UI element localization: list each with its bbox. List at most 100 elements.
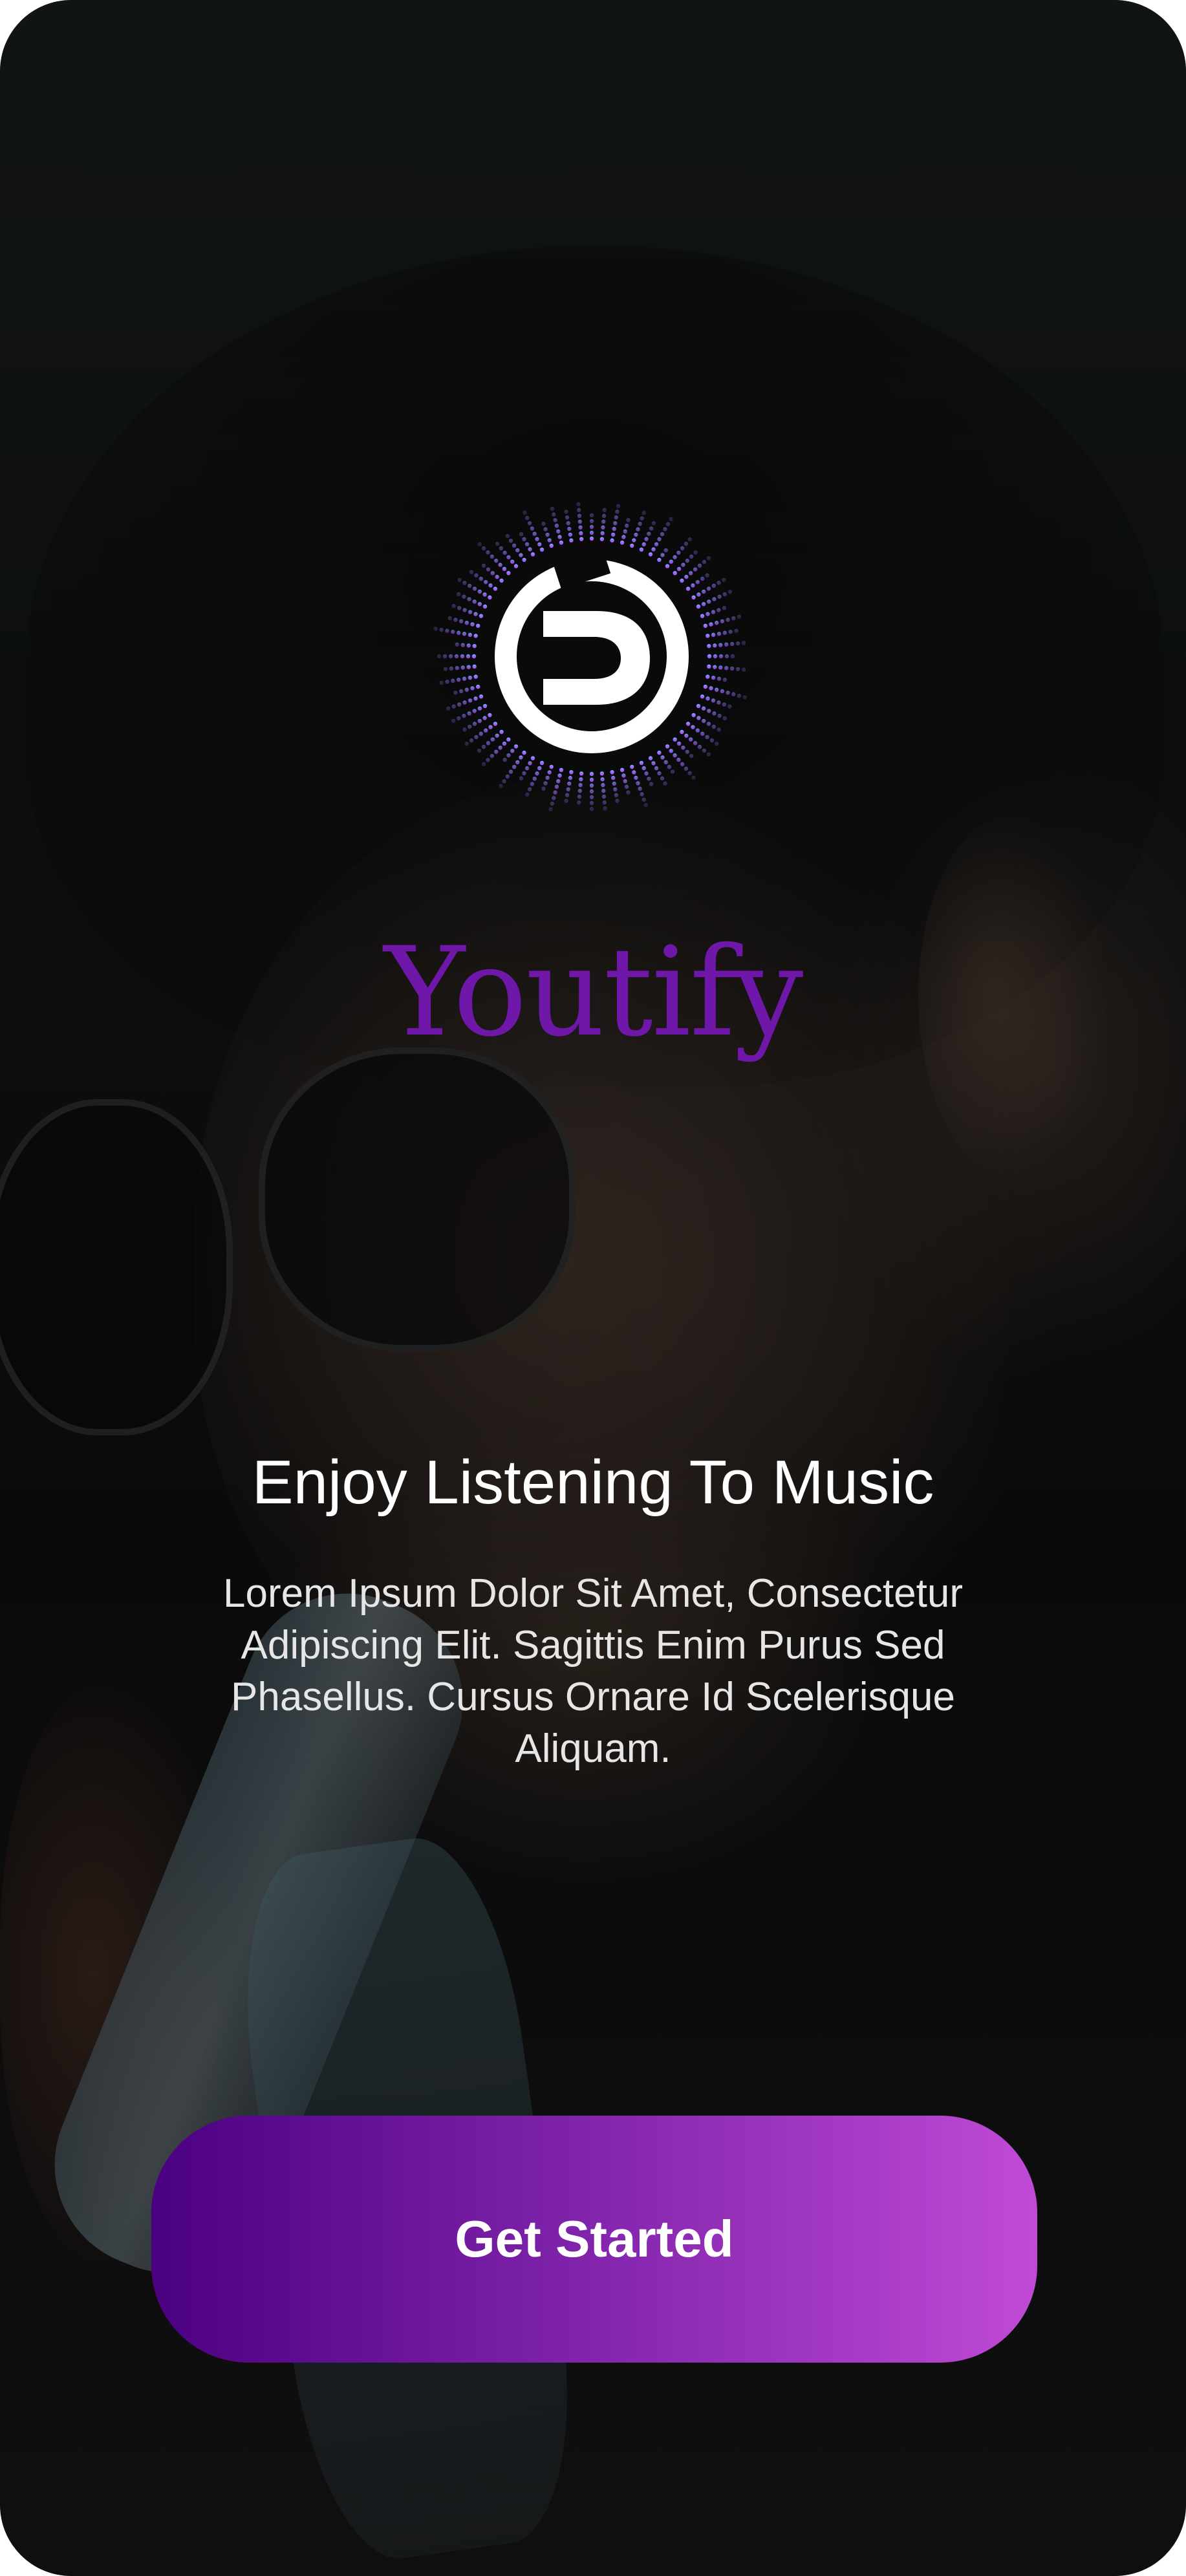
audio-ring-dot — [554, 784, 559, 789]
audio-ring-dot — [735, 667, 740, 671]
audio-ring-dot — [493, 586, 498, 591]
audio-ring-dot — [528, 761, 532, 766]
audio-ring-dot — [479, 731, 483, 736]
audio-ring-dot — [443, 667, 448, 671]
audio-ring-dot — [490, 753, 495, 758]
audio-ring-dot — [455, 666, 459, 671]
audio-ring-dot — [638, 786, 642, 791]
audio-ring-dot — [550, 506, 555, 511]
audio-ring-dot — [474, 735, 479, 740]
audio-ring-dot — [498, 563, 502, 567]
audio-ring-dot — [713, 643, 717, 648]
audio-ring-dot — [613, 521, 618, 526]
audio-ring-dot — [642, 542, 646, 547]
audio-ring-dot — [676, 550, 681, 555]
audio-ring-dot — [473, 674, 478, 679]
audio-ring-dot — [706, 674, 710, 679]
audio-ring-dot — [528, 547, 532, 552]
audio-ring-dot — [473, 612, 478, 616]
audio-ring-dot — [553, 518, 557, 522]
audio-ring-dot — [556, 778, 561, 784]
audio-ring-dot — [523, 510, 527, 515]
audio-ring-dot — [589, 771, 594, 777]
audio-ring-dot — [451, 678, 455, 683]
audio-ring-dot — [634, 532, 638, 537]
audio-ring-dot — [510, 749, 515, 753]
audio-ring-dot — [657, 537, 662, 542]
audio-ring-dot — [488, 713, 492, 718]
audio-ring-dot — [589, 800, 594, 806]
audio-ring-dot — [601, 525, 605, 530]
audio-ring-dot — [589, 806, 594, 811]
audio-ring-dot — [502, 566, 507, 572]
audio-ring-dot — [472, 709, 477, 713]
audio-ring-dot — [468, 675, 473, 680]
audio-ring-dot — [457, 702, 462, 707]
audio-ring-dot — [451, 604, 456, 608]
audio-ring-dot — [684, 575, 689, 579]
audio-ring-dot — [624, 784, 629, 789]
audio-ring-dot — [703, 623, 707, 628]
audio-ring-dot — [537, 766, 542, 771]
audio-ring-dot — [712, 711, 717, 716]
audio-ring-dot — [669, 559, 673, 564]
audio-ring-dot — [673, 753, 677, 758]
audio-ring-dot — [691, 595, 696, 600]
audio-ring-dot — [567, 526, 572, 531]
audio-ring-dot — [615, 510, 620, 514]
audio-ring-dot — [547, 538, 552, 542]
audio-ring-dot — [730, 654, 735, 659]
audio-ring-dot — [711, 698, 716, 703]
audio-ring-dot — [667, 765, 672, 769]
audio-ring-dot — [569, 538, 574, 542]
audio-ring-dot — [467, 597, 471, 601]
audio-ring-dot — [482, 716, 487, 720]
get-started-button[interactable]: Get Started — [151, 2116, 1037, 2363]
audio-ring-dot — [495, 541, 500, 546]
audio-ring-dot — [553, 790, 557, 795]
audio-ring-dot — [446, 706, 451, 711]
audio-ring-dot — [471, 654, 477, 659]
audio-ring-dot — [589, 513, 594, 518]
audio-ring-dot — [477, 542, 482, 546]
audio-ring-dot — [610, 538, 614, 542]
audio-ring-dot — [695, 728, 700, 733]
audio-ring-dot — [512, 765, 517, 769]
audio-ring-dot — [525, 792, 530, 797]
audio-ring-dot — [711, 610, 716, 614]
audio-ring-dot — [495, 575, 499, 579]
audio-ring-dot — [711, 675, 716, 680]
audio-ring-dot — [502, 550, 507, 555]
audio-ring-dot — [437, 654, 442, 659]
audio-ring-dot — [554, 523, 559, 528]
audio-ring-dot — [713, 665, 717, 669]
audio-ring-dot — [505, 774, 510, 779]
audio-ring-dot — [483, 728, 488, 733]
audio-ring-dot — [741, 667, 746, 672]
audio-ring-dot — [610, 532, 616, 537]
audio-ring-dot — [707, 664, 711, 669]
audio-ring-dot — [541, 786, 546, 791]
audio-ring-dot — [706, 752, 711, 757]
audio-ring-dot — [556, 529, 561, 534]
audio-ring-dot — [468, 724, 472, 729]
audio-ring-dot — [673, 737, 677, 742]
audio-ring-dot — [685, 559, 689, 563]
audio-ring-dot — [638, 521, 642, 526]
audio-ring-dot — [680, 546, 685, 551]
audio-ring-dot — [589, 530, 594, 535]
audio-ring-dot — [701, 602, 706, 606]
audio-ring-dot — [693, 567, 698, 572]
audio-ring-dot — [481, 546, 486, 551]
audio-ring-dot — [519, 532, 524, 537]
audio-ring-dot — [717, 608, 721, 612]
audio-ring-dot — [445, 680, 449, 684]
audio-ring-dot — [681, 563, 685, 567]
audio-ring-dot — [644, 537, 649, 541]
audio-ring-dot — [462, 608, 467, 612]
audio-ring-dot — [552, 796, 556, 800]
audio-ring-dot — [564, 510, 568, 514]
audio-ring-dot — [603, 806, 607, 811]
audio-ring-dot — [565, 515, 570, 520]
audio-ring-dot — [543, 781, 548, 786]
